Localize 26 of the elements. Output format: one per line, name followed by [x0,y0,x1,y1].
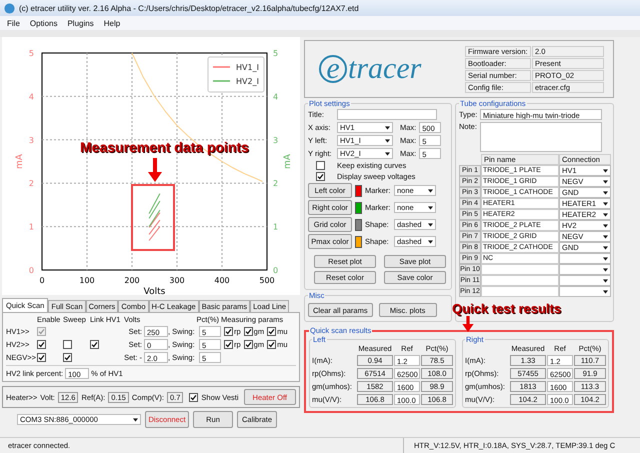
axis-tick-label: 3 [28,136,34,145]
axis-tick-label: 1 [28,222,34,232]
legend-label: HV2_I [236,77,259,86]
axis-tick-label: 0 [39,276,45,285]
axis-tick-label: 2 [28,179,34,188]
axis-tick-label: 500 [259,276,275,285]
axis-tick-label: 300 [169,276,185,285]
axis-tick-label: 400 [214,276,230,285]
axis-tick-label: 4 [273,92,278,102]
callout-label: Quick test results [452,301,562,316]
axis-tick-label: 5 [28,49,34,58]
axis-tick-label: 4 [28,92,34,102]
axis-tick-label: 200 [124,276,140,285]
callout-label: Measurement data points [80,139,249,155]
window-title: (c) etracer utility ver. 2.16 Alpha - C:/Users/chris/Desktop/etracer_v2.16alpha/tubecfg/12AX7.etd [19,4,359,12]
axis-tick-label: 0 [28,266,34,275]
axis-tick-label: 0 [273,266,278,275]
axis-tick-label: 3 [273,136,278,145]
axis-tick-label: 1 [273,222,278,232]
x-axis-label: Volts [144,287,166,295]
axis-tick-label: 5 [273,49,278,58]
y-axis-label: mA [283,154,293,169]
axis-tick-label: 2 [273,179,278,188]
axis-tick-label: 100 [79,276,95,285]
legend-label: HV1_I [236,63,259,72]
y-axis-label: mA [15,154,25,169]
